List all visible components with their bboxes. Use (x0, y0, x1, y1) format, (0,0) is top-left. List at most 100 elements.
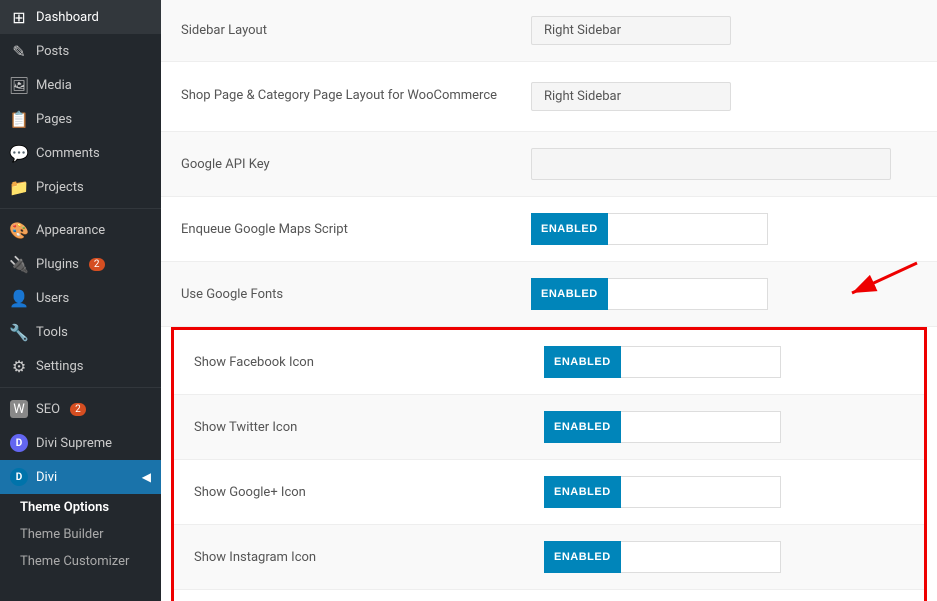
sidebar-item-appearance[interactable]: 🎨 Appearance (0, 213, 161, 247)
sidebar-sub-item-theme-customizer[interactable]: Theme Customizer (0, 548, 161, 575)
dropdown-sidebar-layout[interactable]: Right Sidebar (531, 16, 731, 45)
sidebar-divider-2 (0, 387, 161, 388)
input-google-api[interactable] (531, 148, 891, 180)
sidebar-item-settings[interactable]: ⚙ Settings (0, 349, 161, 383)
plugins-icon: 🔌 (10, 255, 28, 273)
control-sidebar-layout: Right Sidebar (531, 16, 917, 45)
sidebar-label-comments: Comments (36, 146, 100, 161)
label-facebook-icon: Show Facebook Icon (194, 355, 544, 370)
label-shop-layout: Shop Page & Category Page Layout for Woo… (181, 87, 531, 105)
settings-row-google-api: Google API Key (161, 132, 937, 197)
seo-badge: 2 (70, 403, 86, 416)
plugins-badge: 2 (89, 258, 105, 271)
sidebar-label-projects: Projects (36, 180, 84, 195)
sidebar-item-posts[interactable]: ✎ Posts (0, 34, 161, 68)
sidebar-item-seo[interactable]: W SEO 2 (0, 392, 161, 426)
toggle-input-instagram[interactable] (621, 541, 781, 573)
toggle-facebook: ENABLED (544, 346, 781, 378)
control-facebook-icon: ENABLED (544, 346, 904, 378)
highlighted-social-section: Show Facebook Icon ENABLED Show Twitter … (171, 327, 927, 601)
control-google-fonts: ENABLED (531, 278, 917, 310)
sidebar-label-users: Users (36, 291, 69, 306)
toggle-input-twitter[interactable] (621, 411, 781, 443)
control-googleplus-icon: ENABLED (544, 476, 904, 508)
sidebar-item-divi-supreme[interactable]: D Divi Supreme (0, 426, 161, 460)
settings-row-sidebar-layout: Sidebar Layout Right Sidebar (161, 0, 937, 62)
users-icon: 👤 (10, 289, 28, 307)
sidebar-label-appearance: Appearance (36, 223, 105, 238)
settings-row-facebook: Show Facebook Icon ENABLED (174, 330, 924, 395)
toggle-enabled-twitter[interactable]: ENABLED (544, 411, 621, 443)
label-google-api: Google API Key (181, 157, 531, 172)
control-google-maps: ENABLED (531, 213, 917, 245)
sidebar-item-divi[interactable]: D Divi ◀ (0, 460, 161, 494)
settings-icon: ⚙ (10, 357, 28, 375)
settings-row-instagram: Show Instagram Icon ENABLED (174, 525, 924, 590)
settings-area: Sidebar Layout Right Sidebar Shop Page &… (161, 0, 937, 601)
toggle-enabled-google-maps[interactable]: ENABLED (531, 213, 608, 245)
settings-row-google-maps: Enqueue Google Maps Script ENABLED (161, 197, 937, 262)
posts-icon: ✎ (10, 42, 28, 60)
control-instagram-icon: ENABLED (544, 541, 904, 573)
toggle-input-googleplus[interactable] (621, 476, 781, 508)
appearance-icon: 🎨 (10, 221, 28, 239)
dropdown-shop-layout[interactable]: Right Sidebar (531, 82, 731, 111)
media-icon: 🖼 (10, 76, 28, 94)
toggle-input-google-fonts[interactable] (608, 278, 768, 310)
sidebar-label-settings: Settings (36, 359, 83, 374)
sidebar-item-media[interactable]: 🖼 Media (0, 68, 161, 102)
sidebar-label-media: Media (36, 78, 72, 93)
toggle-google-maps: ENABLED (531, 213, 768, 245)
toggle-instagram: ENABLED (544, 541, 781, 573)
toggle-enabled-instagram[interactable]: ENABLED (544, 541, 621, 573)
control-google-api (531, 148, 917, 180)
toggle-enabled-google-fonts[interactable]: ENABLED (531, 278, 608, 310)
sub-label-theme-customizer: Theme Customizer (20, 554, 129, 569)
label-google-maps: Enqueue Google Maps Script (181, 222, 531, 237)
sidebar-item-comments[interactable]: 💬 Comments (0, 136, 161, 170)
sidebar-item-plugins[interactable]: 🔌 Plugins 2 (0, 247, 161, 281)
control-shop-layout: Right Sidebar (531, 82, 917, 111)
tools-icon: 🔧 (10, 323, 28, 341)
divi-icon: D (10, 468, 28, 486)
sidebar-divider-1 (0, 208, 161, 209)
dashboard-icon: ⊞ (10, 8, 28, 26)
sub-label-theme-options: Theme Options (20, 500, 109, 515)
sidebar-item-dashboard[interactable]: ⊞ Dashboard (0, 0, 161, 34)
toggle-google-fonts: ENABLED (531, 278, 768, 310)
toggle-input-google-maps[interactable] (608, 213, 768, 245)
sidebar-item-projects[interactable]: 📁 Projects (0, 170, 161, 204)
settings-row-googleplus: Show Google+ Icon ENABLED (174, 460, 924, 525)
settings-row-google-fonts: Use Google Fonts ENABLED (161, 262, 937, 327)
sidebar-item-pages[interactable]: 📋 Pages (0, 102, 161, 136)
label-googleplus-icon: Show Google+ Icon (194, 485, 544, 500)
label-sidebar-layout: Sidebar Layout (181, 23, 531, 38)
sidebar-item-users[interactable]: 👤 Users (0, 281, 161, 315)
sidebar-label-dashboard: Dashboard (36, 10, 99, 25)
sidebar-label-pages: Pages (36, 112, 72, 127)
sidebar-label-divi: Divi (36, 470, 57, 485)
divi-arrow: ◀ (142, 470, 151, 484)
settings-row-twitter: Show Twitter Icon ENABLED (174, 395, 924, 460)
sidebar-sub-item-theme-options[interactable]: Theme Options (0, 494, 161, 521)
toggle-enabled-googleplus[interactable]: ENABLED (544, 476, 621, 508)
sidebar-label-plugins: Plugins (36, 257, 79, 272)
toggle-enabled-facebook[interactable]: ENABLED (544, 346, 621, 378)
sidebar: ⊞ Dashboard ✎ Posts 🖼 Media 📋 Pages 💬 Co… (0, 0, 161, 601)
toggle-twitter: ENABLED (544, 411, 781, 443)
sidebar-label-seo: SEO (36, 402, 60, 417)
projects-icon: 📁 (10, 178, 28, 196)
control-twitter-icon: ENABLED (544, 411, 904, 443)
sidebar-sub-item-theme-builder[interactable]: Theme Builder (0, 521, 161, 548)
divi-supreme-icon: D (10, 434, 28, 452)
sidebar-item-tools[interactable]: 🔧 Tools (0, 315, 161, 349)
sidebar-label-divi-supreme: Divi Supreme (36, 436, 112, 451)
sub-label-theme-builder: Theme Builder (20, 527, 104, 542)
label-google-fonts: Use Google Fonts (181, 287, 531, 302)
toggle-googleplus: ENABLED (544, 476, 781, 508)
label-instagram-icon: Show Instagram Icon (194, 550, 544, 565)
toggle-input-facebook[interactable] (621, 346, 781, 378)
sidebar-label-posts: Posts (36, 44, 69, 59)
settings-row-shop-layout: Shop Page & Category Page Layout for Woo… (161, 62, 937, 132)
comments-icon: 💬 (10, 144, 28, 162)
